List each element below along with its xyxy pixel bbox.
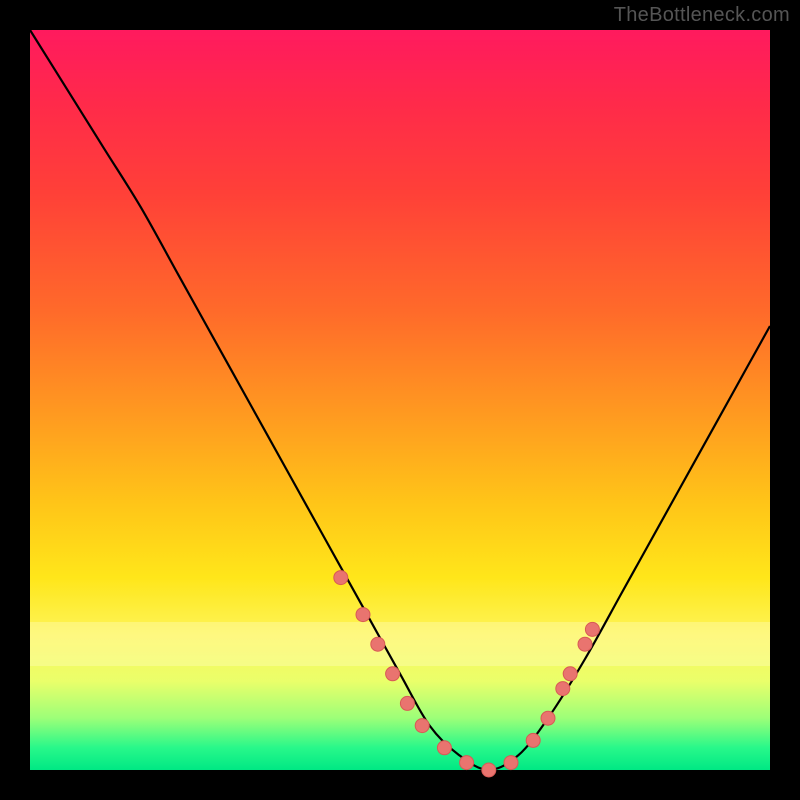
curve-marker	[585, 622, 599, 636]
curve-marker	[334, 571, 348, 585]
curve-marker	[386, 667, 400, 681]
curve-marker	[356, 608, 370, 622]
curve-marker	[482, 763, 496, 777]
watermark-text: TheBottleneck.com	[614, 4, 790, 27]
curve-svg	[30, 30, 770, 770]
curve-marker	[400, 696, 414, 710]
bottleneck-curve-path	[30, 30, 770, 770]
chart-container: TheBottleneck.com	[0, 0, 800, 800]
curve-marker	[504, 756, 518, 770]
curve-marker	[415, 719, 429, 733]
curve-marker	[563, 667, 577, 681]
curve-marker	[437, 741, 451, 755]
plot-area	[30, 30, 770, 770]
curve-marker	[371, 637, 385, 651]
curve-marker	[556, 682, 570, 696]
marker-group	[334, 571, 600, 777]
curve-marker	[578, 637, 592, 651]
curve-marker	[460, 756, 474, 770]
curve-marker	[526, 733, 540, 747]
curve-marker	[541, 711, 555, 725]
